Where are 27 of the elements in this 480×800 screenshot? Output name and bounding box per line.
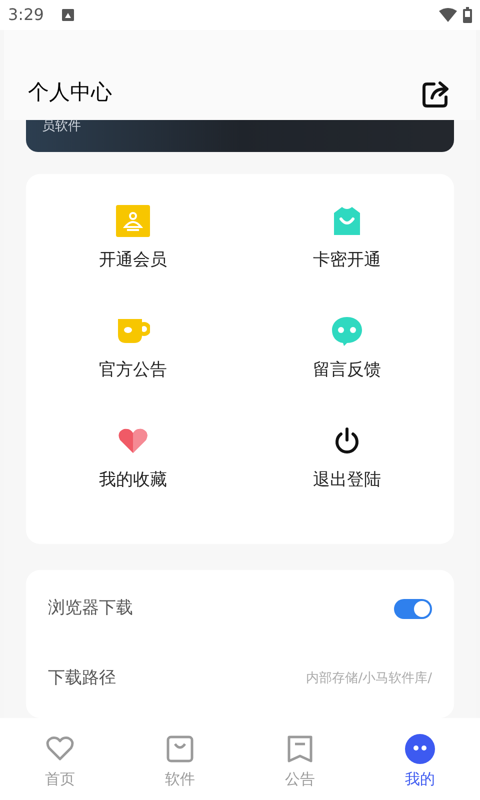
heart-icon	[117, 427, 149, 455]
menu-item[interactable]: 官方公告	[26, 304, 240, 414]
cup-icon	[116, 317, 150, 345]
notification-icon	[62, 9, 74, 21]
menu-item[interactable]: 卡密开通	[240, 194, 454, 304]
menu-item[interactable]: 退出登陆	[240, 414, 454, 524]
toggle-switch[interactable]	[394, 599, 432, 619]
wifi-icon	[439, 8, 457, 22]
battery-icon	[463, 7, 472, 23]
page-title: 个人中心	[28, 78, 112, 106]
shopping-bag-icon	[332, 205, 362, 237]
nav-tab[interactable]: 我的	[360, 718, 480, 800]
bookmark-icon	[287, 735, 313, 763]
chat-bubble-icon	[330, 315, 364, 347]
menu-item[interactable]: 留言反馈	[240, 304, 454, 414]
menu-item[interactable]: 开通会员	[26, 194, 240, 304]
face-circle-icon	[405, 734, 435, 764]
setting-label: 下载路径	[48, 667, 116, 690]
setting-label: 浏览器下载	[48, 597, 133, 620]
status-time: 3:29	[8, 4, 44, 26]
setting-value: 内部存储/小马软件库/	[306, 670, 432, 688]
heart-outline-icon	[45, 736, 75, 762]
power-icon	[333, 427, 361, 455]
banner[interactable]: 员软件	[26, 120, 454, 152]
banner-text: 员软件	[42, 120, 81, 134]
menu-item[interactable]: 我的收藏	[26, 414, 240, 524]
bag-outline-icon	[166, 735, 194, 763]
